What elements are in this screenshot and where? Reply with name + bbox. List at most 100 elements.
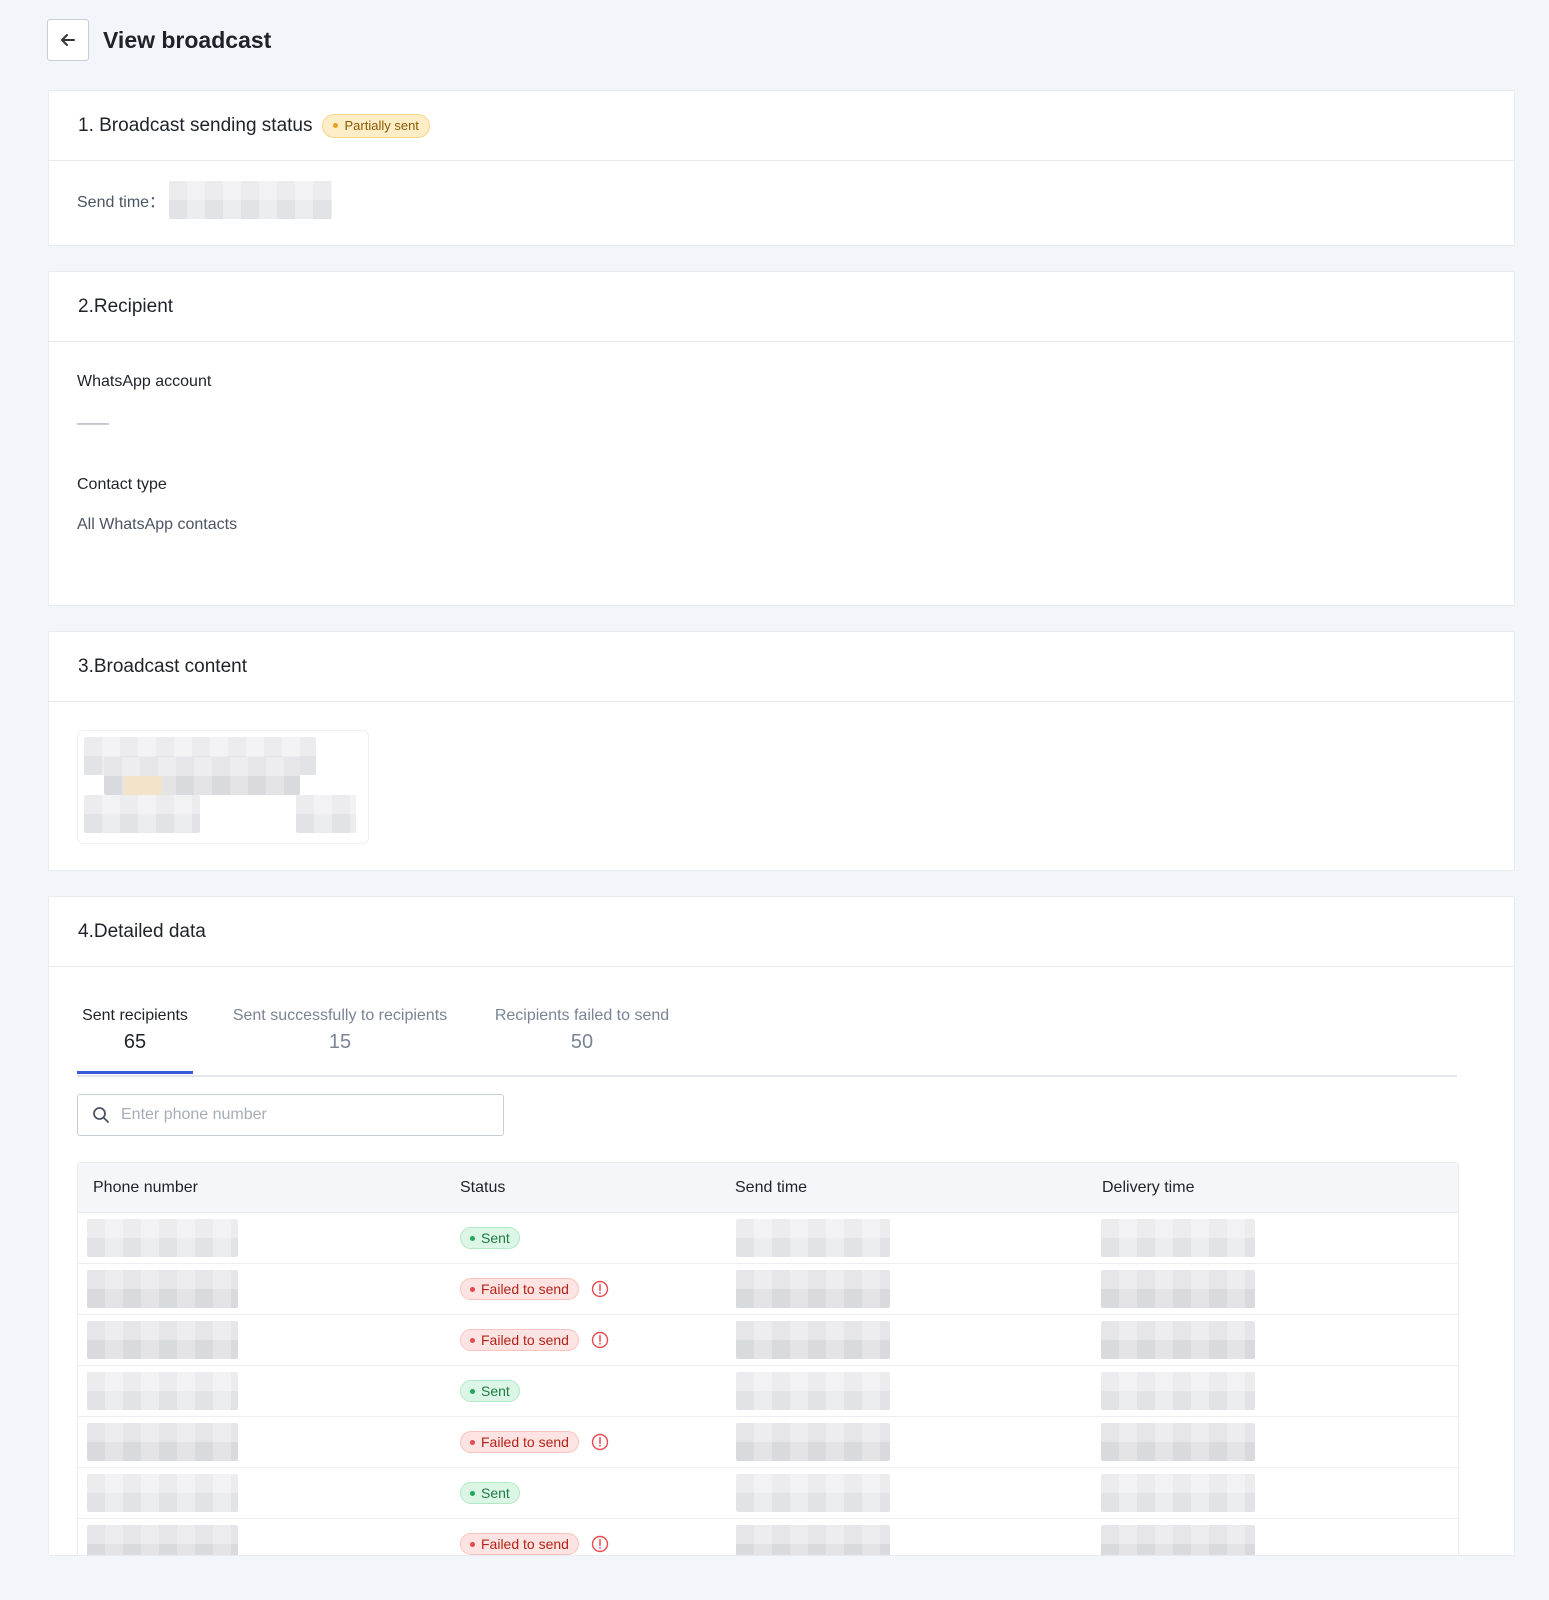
status-cell: Failed to send	[460, 1519, 609, 1555]
delivery-time-redacted	[1101, 1423, 1255, 1461]
status-cell: Failed to send	[460, 1417, 609, 1467]
send-time-redacted	[736, 1423, 890, 1461]
status-dot	[470, 1337, 475, 1343]
send-time-cell	[736, 1519, 890, 1555]
phone-number-cell	[87, 1468, 238, 1518]
recipient-card: 2.Recipient WhatsApp account —— Contact …	[48, 271, 1515, 606]
send-time-value-redacted	[169, 181, 333, 219]
delivery-time-redacted	[1101, 1474, 1255, 1512]
delivery-time-cell	[1101, 1417, 1255, 1467]
send-time-cell	[736, 1315, 890, 1365]
status-label: Failed to send	[481, 1434, 569, 1450]
phone-number-cell	[87, 1315, 238, 1365]
status-sent-badge: Sent	[460, 1482, 520, 1504]
phone-number-cell	[87, 1366, 238, 1416]
table-row: Sent	[78, 1213, 1458, 1264]
status-badge-label: Partially sent	[344, 118, 419, 133]
status-cell: Failed to send	[460, 1264, 609, 1314]
delivery-time-cell	[1101, 1264, 1255, 1314]
recipients-table: Phone number Status Send time Delivery t…	[77, 1162, 1459, 1555]
status-dot	[470, 1490, 475, 1496]
message-preview-redacted	[77, 730, 369, 844]
phone-search-box	[77, 1094, 504, 1136]
send-time-cell	[736, 1468, 890, 1518]
send-time-redacted	[736, 1525, 890, 1555]
back-button[interactable]	[47, 19, 89, 61]
status-failed-badge: Failed to send	[460, 1329, 579, 1351]
table-row: Failed to send	[78, 1519, 1458, 1555]
delivery-time-cell	[1101, 1519, 1255, 1555]
col-status: Status	[460, 1178, 506, 1196]
delivery-time-cell	[1101, 1468, 1255, 1518]
info-circle-icon[interactable]	[591, 1331, 609, 1349]
status-sent-badge: Sent	[460, 1227, 520, 1249]
delivery-time-cell	[1101, 1315, 1255, 1365]
status-cell: Sent	[460, 1468, 520, 1518]
table-row: Failed to send	[78, 1417, 1458, 1468]
recipient-tabs: Sent recipients 65 Sent successfully to …	[77, 1007, 1457, 1077]
sending-status-header: 1. Broadcast sending status Partially se…	[49, 91, 1514, 161]
send-time-label: Send time：	[77, 194, 166, 211]
tab-failed-to-send[interactable]: Recipients failed to send 50	[487, 1007, 677, 1054]
contact-type-label: Contact type	[77, 476, 167, 493]
table-row: Sent	[78, 1468, 1458, 1519]
table-body: Sent Failed to send Failed to send Sent Fail…	[78, 1213, 1458, 1555]
phone-number-redacted	[87, 1525, 238, 1555]
col-phone-number: Phone number	[93, 1178, 198, 1196]
status-cell: Sent	[460, 1366, 520, 1416]
phone-search-input[interactable]	[119, 1105, 503, 1125]
page-title: View broadcast	[103, 26, 272, 53]
send-time-redacted	[736, 1219, 890, 1257]
tab-sent-successfully[interactable]: Sent successfully to recipients 15	[222, 1007, 458, 1054]
col-delivery-time: Delivery time	[1102, 1178, 1195, 1196]
table-row: Failed to send	[78, 1264, 1458, 1315]
status-dot	[470, 1541, 475, 1547]
tab-sent-recipients[interactable]: Sent recipients 65	[77, 1007, 193, 1074]
table-row: Failed to send	[78, 1315, 1458, 1366]
send-time-redacted	[736, 1270, 890, 1308]
search-icon	[93, 1107, 109, 1123]
table-header: Phone number Status Send time Delivery t…	[78, 1163, 1458, 1213]
send-time-redacted	[736, 1372, 890, 1410]
delivery-time-redacted	[1101, 1525, 1255, 1555]
status-cell: Sent	[460, 1213, 520, 1263]
status-badge: Partially sent	[322, 113, 430, 138]
section-title: 4.Detailed data	[78, 920, 206, 942]
status-dot	[470, 1235, 475, 1241]
page-header: View broadcast	[47, 18, 271, 62]
phone-number-cell	[87, 1264, 238, 1314]
phone-number-redacted	[87, 1474, 238, 1512]
sending-status-card: 1. Broadcast sending status Partially se…	[48, 90, 1515, 246]
send-time-redacted	[736, 1321, 890, 1359]
status-failed-badge: Failed to send	[460, 1431, 579, 1453]
phone-number-redacted	[87, 1372, 238, 1410]
phone-number-redacted	[87, 1270, 238, 1308]
delivery-time-cell	[1101, 1366, 1255, 1416]
delivery-time-redacted	[1101, 1219, 1255, 1257]
status-dot	[470, 1439, 475, 1445]
status-failed-badge: Failed to send	[460, 1533, 579, 1555]
section-title: 3.Broadcast content	[78, 655, 247, 677]
arrow-left-icon	[61, 34, 75, 46]
status-failed-badge: Failed to send	[460, 1278, 579, 1300]
info-circle-icon[interactable]	[591, 1535, 609, 1553]
delivery-time-redacted	[1101, 1372, 1255, 1410]
phone-number-cell	[87, 1213, 238, 1263]
phone-number-redacted	[87, 1321, 238, 1359]
info-circle-icon[interactable]	[591, 1280, 609, 1298]
status-dot	[470, 1388, 475, 1394]
info-circle-icon[interactable]	[591, 1433, 609, 1451]
status-sent-badge: Sent	[460, 1380, 520, 1402]
recipient-header: 2.Recipient	[49, 272, 1514, 342]
whatsapp-account-label: WhatsApp account	[77, 373, 212, 390]
send-time-cell	[736, 1417, 890, 1467]
status-dot	[333, 123, 339, 128]
send-time-row: Send time：	[77, 181, 333, 219]
delivery-time-cell	[1101, 1213, 1255, 1263]
send-time-redacted	[736, 1474, 890, 1512]
send-time-cell	[736, 1366, 890, 1416]
phone-number-redacted	[87, 1219, 238, 1257]
send-time-cell	[736, 1264, 890, 1314]
section-title: 2.Recipient	[78, 295, 174, 317]
broadcast-content-card: 3.Broadcast content	[48, 631, 1515, 871]
